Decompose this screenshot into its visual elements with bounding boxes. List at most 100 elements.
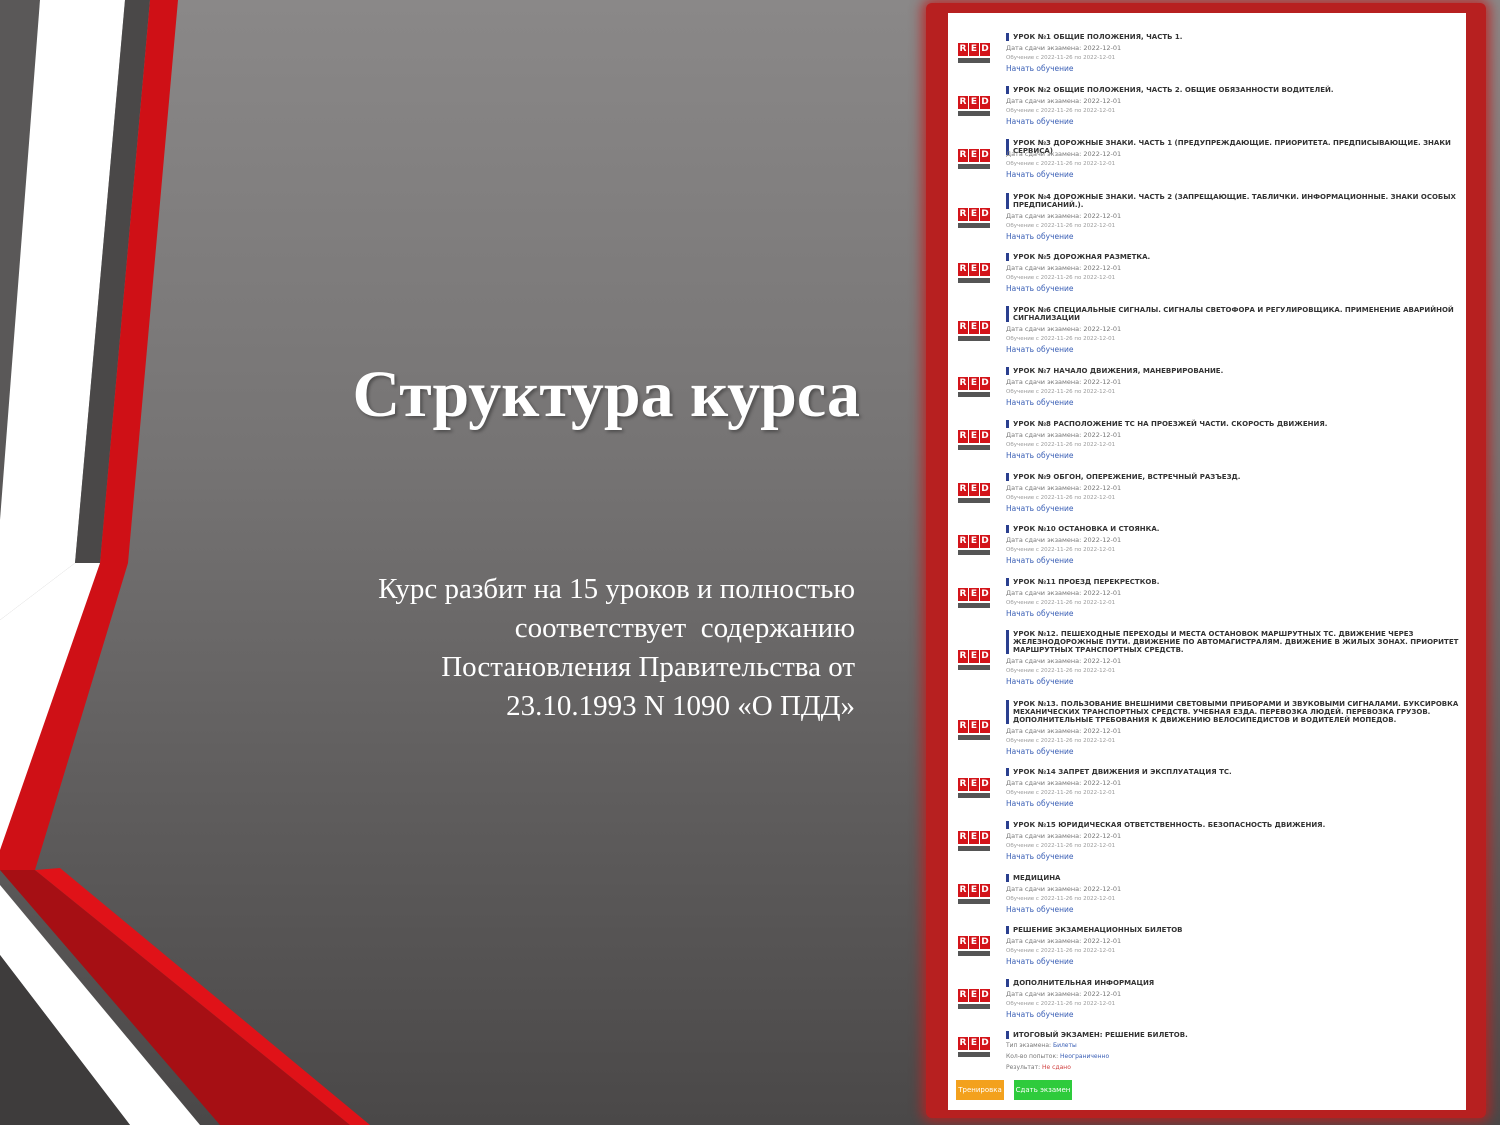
logo-letter: R [958, 778, 968, 791]
red-logo-icon: RED [958, 208, 990, 229]
red-logo-icon: RED [958, 588, 990, 609]
logo-letter: R [958, 430, 968, 443]
start-learning-link[interactable]: Начать обучение [1006, 170, 1074, 179]
start-learning-link[interactable]: Начать обучение [1006, 609, 1074, 618]
lesson-period: Обучение с 2022-11-26 по 2022-12-01 [1006, 275, 1116, 281]
lesson-exam-date: Дата сдачи экзамена: 2022-12-01 [1006, 264, 1122, 272]
red-logo-icon: RED [958, 263, 990, 284]
start-learning-link[interactable]: Начать обучение [1006, 117, 1074, 126]
start-learning-link[interactable]: Начать обучение [1006, 957, 1074, 966]
logo-letter: D [980, 208, 990, 221]
lesson-exam-date: Дата сдачи экзамена: 2022-12-01 [1006, 937, 1122, 945]
logo-letter: E [969, 96, 979, 109]
lesson-title: Решение экзаменационных билетов [1006, 926, 1459, 934]
start-learning-link[interactable]: Начать обучение [1006, 345, 1074, 354]
lesson-period: Обучение с 2022-11-26 по 2022-12-01 [1006, 495, 1116, 501]
exam-result-value: Не сдано [1042, 1064, 1071, 1071]
lesson-period: Обучение с 2022-11-26 по 2022-12-01 [1006, 161, 1116, 167]
lesson-title: Урок №5 дорожная разметка. [1006, 253, 1459, 261]
subtitle-line: Курс разбит на 15 уроков и полностью [378, 573, 855, 605]
start-learning-link[interactable]: Начать обучение [1006, 284, 1074, 293]
start-learning-link[interactable]: Начать обучение [1006, 677, 1074, 686]
logo-letter: E [969, 263, 979, 276]
lesson-period: Обучение с 2022-11-26 по 2022-12-01 [1006, 948, 1116, 954]
lesson-title: Урок №11 проезд перекрестков. [1006, 578, 1459, 586]
logo-letter: R [958, 720, 968, 733]
logo-letter: E [969, 208, 979, 221]
start-learning-link[interactable]: Начать обучение [1006, 451, 1074, 460]
start-learning-link[interactable]: Начать обучение [1006, 799, 1074, 808]
logo-letter: E [969, 936, 979, 949]
take-exam-button[interactable]: Сдать экзамен [1014, 1080, 1072, 1100]
logo-letter: E [969, 535, 979, 548]
lesson-exam-date: Дата сдачи экзамена: 2022-12-01 [1006, 97, 1122, 105]
red-logo-icon: RED [958, 1037, 990, 1058]
logo-letter: D [980, 483, 990, 496]
red-logo-icon: RED [958, 149, 990, 170]
logo-letter: D [980, 430, 990, 443]
logo-letter: D [980, 149, 990, 162]
logo-letter: R [958, 588, 968, 601]
lesson-period: Обучение с 2022-11-26 по 2022-12-01 [1006, 738, 1116, 744]
lesson-exam-date: Дата сдачи экзамена: 2022-12-01 [1006, 431, 1122, 439]
red-logo-icon: RED [958, 483, 990, 504]
training-button[interactable]: Тренировка [956, 1080, 1004, 1100]
red-logo-icon: RED [958, 884, 990, 905]
subtitle-line: 23.10.1993 N 1090 «О ПДД» [506, 690, 855, 722]
logo-letter: D [980, 535, 990, 548]
logo-letter: D [980, 989, 990, 1002]
logo-letter: D [980, 778, 990, 791]
red-logo-icon: RED [958, 430, 990, 451]
lesson-exam-date: Дата сдачи экзамена: 2022-12-01 [1006, 44, 1122, 52]
lesson-title: Урок №4 дорожные знаки. часть 2 (запреща… [1006, 193, 1459, 209]
logo-letter: D [980, 377, 990, 390]
logo-letter: D [980, 43, 990, 56]
start-learning-link[interactable]: Начать обучение [1006, 852, 1074, 861]
start-learning-link[interactable]: Начать обучение [1006, 905, 1074, 914]
lesson-title: Медицина [1006, 874, 1459, 882]
start-learning-link[interactable]: Начать обучение [1006, 504, 1074, 513]
lesson-period: Обучение с 2022-11-26 по 2022-12-01 [1006, 843, 1116, 849]
red-logo-icon: RED [958, 650, 990, 671]
start-learning-link[interactable]: Начать обучение [1006, 398, 1074, 407]
lesson-exam-date: Дата сдачи экзамена: 2022-12-01 [1006, 779, 1122, 787]
start-learning-link[interactable]: Начать обучение [1006, 747, 1074, 756]
exam-result: Результат: Не сдано [1006, 1064, 1071, 1071]
logo-letter: R [958, 483, 968, 496]
logo-letter: R [958, 208, 968, 221]
lesson-title: Урок №9 обгон, опережение, встречный раз… [1006, 473, 1459, 481]
red-logo-icon: RED [958, 989, 990, 1010]
logo-letter: R [958, 149, 968, 162]
logo-letter: D [980, 831, 990, 844]
logo-letter: E [969, 321, 979, 334]
logo-letter: D [980, 321, 990, 334]
start-learning-link[interactable]: Начать обучение [1006, 1010, 1074, 1019]
lesson-exam-date: Дата сдачи экзамена: 2022-12-01 [1006, 325, 1122, 333]
start-learning-link[interactable]: Начать обучение [1006, 64, 1074, 73]
slide-subtitle: Курс разбит на 15 уроков и полностью соо… [255, 570, 855, 726]
course-screenshot: R E D Урок №1 общие положения, часть 1. Дата… [948, 13, 1466, 1110]
red-logo-icon: RED [958, 720, 990, 741]
logo-letter: R [958, 377, 968, 390]
red-logo-icon: RED [958, 43, 990, 64]
lesson-exam-date: Дата сдачи экзамена: 2022-12-01 [1006, 484, 1122, 492]
lesson-title: Урок №2 общие положения, часть 2. общие … [1006, 86, 1459, 94]
slide-title: Структура курса [352, 358, 860, 431]
start-learning-link[interactable]: Начать обучение [1006, 232, 1074, 241]
logo-letter: E [969, 989, 979, 1002]
logo-letter: R [958, 831, 968, 844]
subtitle-line: Постановления Правительства от [441, 651, 855, 683]
lesson-exam-date: Дата сдачи экзамена: 2022-12-01 [1006, 990, 1122, 998]
exam-attempts-value: Неограниченно [1060, 1053, 1110, 1060]
lesson-title: Урок №15 юридическая ответственность. бе… [1006, 821, 1459, 829]
logo-letter: R [958, 650, 968, 663]
lesson-title: Дополнительная информация [1006, 979, 1459, 987]
start-learning-link[interactable]: Начать обучение [1006, 556, 1074, 565]
exam-result-label: Результат: [1006, 1064, 1041, 1071]
lesson-title: Урок №14 запрет движения и эксплуатация … [1006, 768, 1459, 776]
final-exam-title: Итоговый экзамен: решение билетов. [1006, 1031, 1459, 1039]
lesson-period: Обучение с 2022-11-26 по 2022-12-01 [1006, 55, 1116, 61]
logo-letter: E [969, 149, 979, 162]
lesson-exam-date: Дата сдачи экзамена: 2022-12-01 [1006, 212, 1122, 220]
lesson-title: Урок №1 общие положения, часть 1. [1006, 33, 1459, 41]
